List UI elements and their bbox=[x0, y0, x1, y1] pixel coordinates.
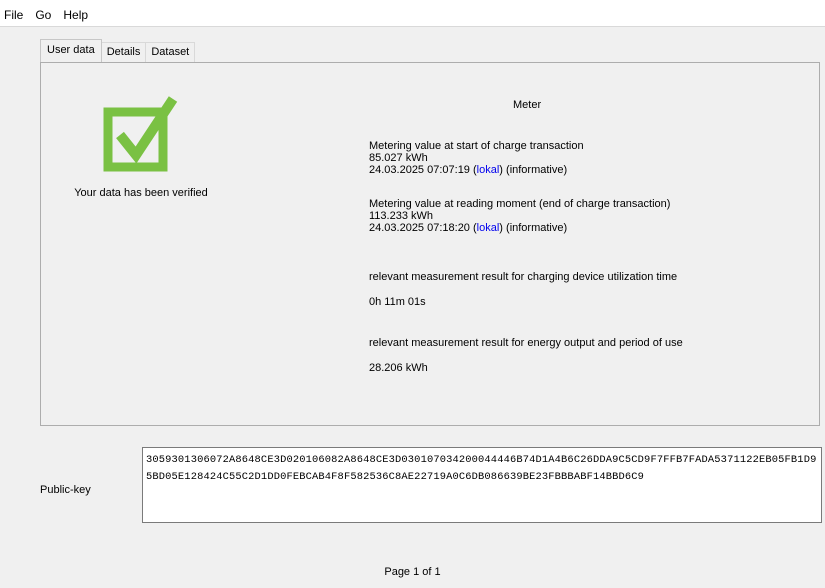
start-informative-note: (informative) bbox=[506, 164, 568, 176]
check-icon bbox=[103, 96, 178, 172]
end-close-paren: ) bbox=[499, 222, 503, 234]
start-reading: Metering value at start of charge transa… bbox=[369, 140, 584, 176]
end-timezone-link[interactable]: lokal bbox=[477, 222, 500, 234]
energy-label: relevant measurement result for energy o… bbox=[369, 337, 683, 349]
duration-label: relevant measurement result for charging… bbox=[369, 271, 678, 283]
start-reading-value: 85.027 kWh bbox=[369, 152, 428, 164]
end-reading: Metering value at reading moment (end of… bbox=[369, 198, 670, 234]
verification-status: Your data has been verified bbox=[74, 187, 208, 199]
energy-value: 28.206 kWh bbox=[369, 362, 428, 374]
tab-details[interactable]: Details bbox=[100, 42, 147, 62]
start-reading-timestamp-row: 24.03.2025 07:07:19 (lokal) (informative… bbox=[369, 164, 584, 176]
start-timezone-link[interactable]: lokal bbox=[477, 164, 500, 176]
menu-bar: File Go Help bbox=[0, 4, 825, 27]
tab-bar: User data Details Dataset bbox=[40, 39, 196, 62]
end-informative-note: (informative) bbox=[506, 222, 568, 234]
end-reading-value: 113.233 kWh bbox=[369, 210, 434, 222]
user-data-panel: Your data has been verified Meter Meteri… bbox=[40, 62, 820, 426]
public-key-label: Public-key bbox=[40, 484, 91, 496]
meter-title: Meter bbox=[513, 99, 542, 111]
menu-file[interactable]: File bbox=[0, 4, 29, 26]
end-reading-timestamp: 24.03.2025 07:18:20 bbox=[369, 222, 470, 234]
menu-help[interactable]: Help bbox=[57, 4, 94, 26]
tab-user-data[interactable]: User data bbox=[40, 39, 102, 62]
start-reading-timestamp: 24.03.2025 07:07:19 bbox=[369, 164, 470, 176]
page-indicator: Page 1 of 1 bbox=[384, 566, 441, 578]
start-close-paren: ) bbox=[499, 164, 503, 176]
duration-value: 0h 11m 01s bbox=[369, 296, 426, 308]
end-reading-label: Metering value at reading moment (end of… bbox=[369, 198, 671, 210]
start-reading-label: Metering value at start of charge transa… bbox=[369, 140, 584, 152]
public-key-field[interactable]: 3059301306072A8648CE3D020106082A8648CE3D… bbox=[142, 447, 822, 523]
end-reading-timestamp-row: 24.03.2025 07:18:20 (lokal) (informative… bbox=[369, 222, 670, 234]
menu-go[interactable]: Go bbox=[29, 4, 57, 26]
tab-dataset[interactable]: Dataset bbox=[145, 42, 196, 62]
